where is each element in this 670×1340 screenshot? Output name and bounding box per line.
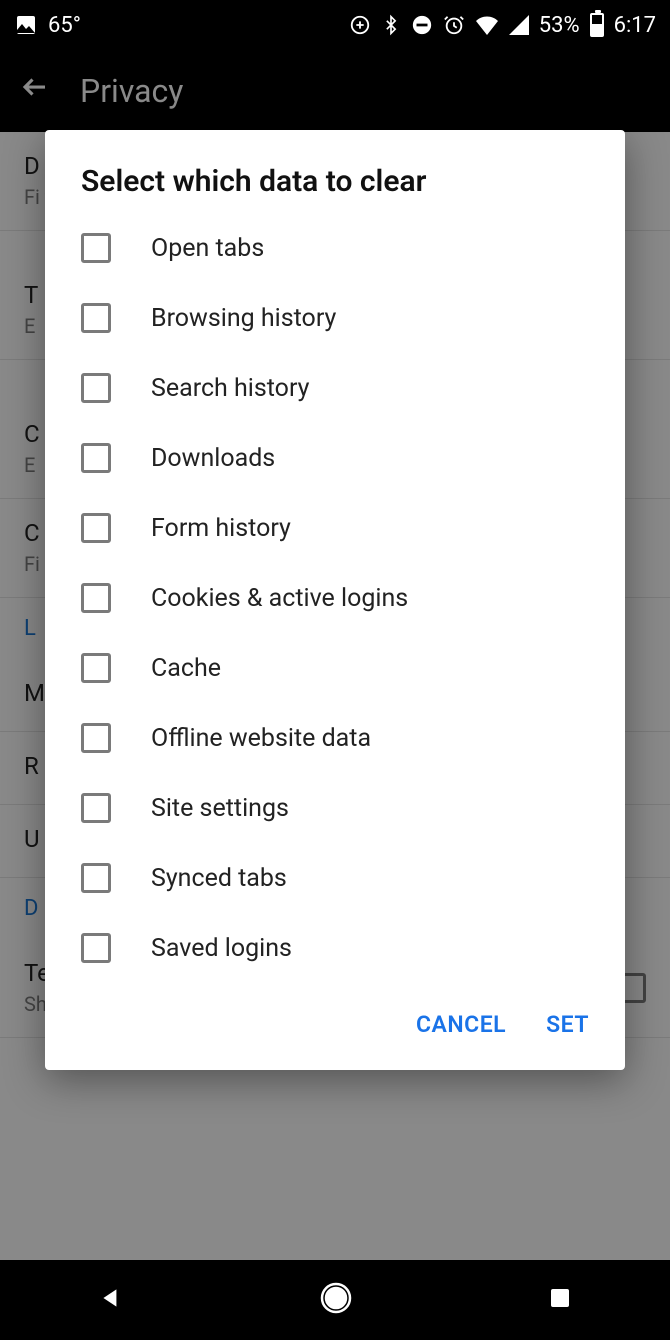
dnd-icon	[411, 14, 433, 36]
checkbox-icon[interactable]	[81, 723, 111, 753]
status-bar: 65° 53% 6:17	[0, 0, 670, 50]
checkbox-icon[interactable]	[81, 653, 111, 683]
option-label: Downloads	[151, 444, 275, 473]
set-button[interactable]: SET	[546, 1011, 589, 1038]
option-downloads[interactable]: Downloads	[45, 423, 625, 493]
option-browsing-history[interactable]: Browsing history	[45, 283, 625, 353]
bluetooth-icon	[381, 13, 401, 37]
option-label: Saved logins	[151, 934, 292, 963]
option-label: Cookies & active logins	[151, 584, 408, 613]
option-saved-logins[interactable]: Saved logins	[45, 913, 625, 983]
option-label: Browsing history	[151, 304, 336, 333]
option-synced-tabs[interactable]: Synced tabs	[45, 843, 625, 913]
picture-icon	[14, 13, 38, 37]
checkbox-icon[interactable]	[81, 793, 111, 823]
option-cookies[interactable]: Cookies & active logins	[45, 563, 625, 633]
page-title: Privacy	[80, 72, 183, 110]
cell-signal-icon	[509, 15, 529, 35]
status-battery-pct: 53%	[539, 13, 580, 38]
nav-recent-icon[interactable]	[548, 1286, 572, 1314]
checkbox-icon[interactable]	[81, 233, 111, 263]
checkbox-icon[interactable]	[81, 933, 111, 963]
option-label: Site settings	[151, 794, 289, 823]
nav-home-icon[interactable]	[319, 1281, 353, 1319]
option-label: Synced tabs	[151, 864, 287, 893]
nav-back-icon[interactable]	[98, 1285, 124, 1315]
checkbox-icon[interactable]	[81, 863, 111, 893]
option-label: Search history	[151, 374, 309, 403]
update-icon	[349, 14, 371, 36]
option-search-history[interactable]: Search history	[45, 353, 625, 423]
wifi-icon	[475, 15, 499, 35]
app-bar: Privacy	[0, 50, 670, 132]
dialog-title: Select which data to clear	[45, 164, 625, 213]
android-nav-bar	[0, 1260, 670, 1340]
option-offline-data[interactable]: Offline website data	[45, 703, 625, 773]
option-label: Offline website data	[151, 724, 371, 753]
cancel-button[interactable]: CANCEL	[416, 1011, 506, 1038]
clear-data-dialog: Select which data to clear Open tabs Bro…	[45, 130, 625, 1070]
option-site-settings[interactable]: Site settings	[45, 773, 625, 843]
battery-icon	[590, 13, 604, 37]
option-label: Open tabs	[151, 234, 264, 263]
option-cache[interactable]: Cache	[45, 633, 625, 703]
option-form-history[interactable]: Form history	[45, 493, 625, 563]
checkbox-icon[interactable]	[81, 443, 111, 473]
alarm-icon	[443, 14, 465, 36]
status-clock: 6:17	[614, 13, 656, 38]
back-icon[interactable]	[20, 72, 50, 110]
option-open-tabs[interactable]: Open tabs	[45, 213, 625, 283]
option-label: Form history	[151, 514, 291, 543]
status-temperature: 65°	[48, 13, 81, 38]
checkbox-icon[interactable]	[81, 373, 111, 403]
checkbox-icon[interactable]	[81, 513, 111, 543]
checkbox-icon[interactable]	[81, 303, 111, 333]
checkbox-icon[interactable]	[81, 583, 111, 613]
option-label: Cache	[151, 654, 221, 683]
